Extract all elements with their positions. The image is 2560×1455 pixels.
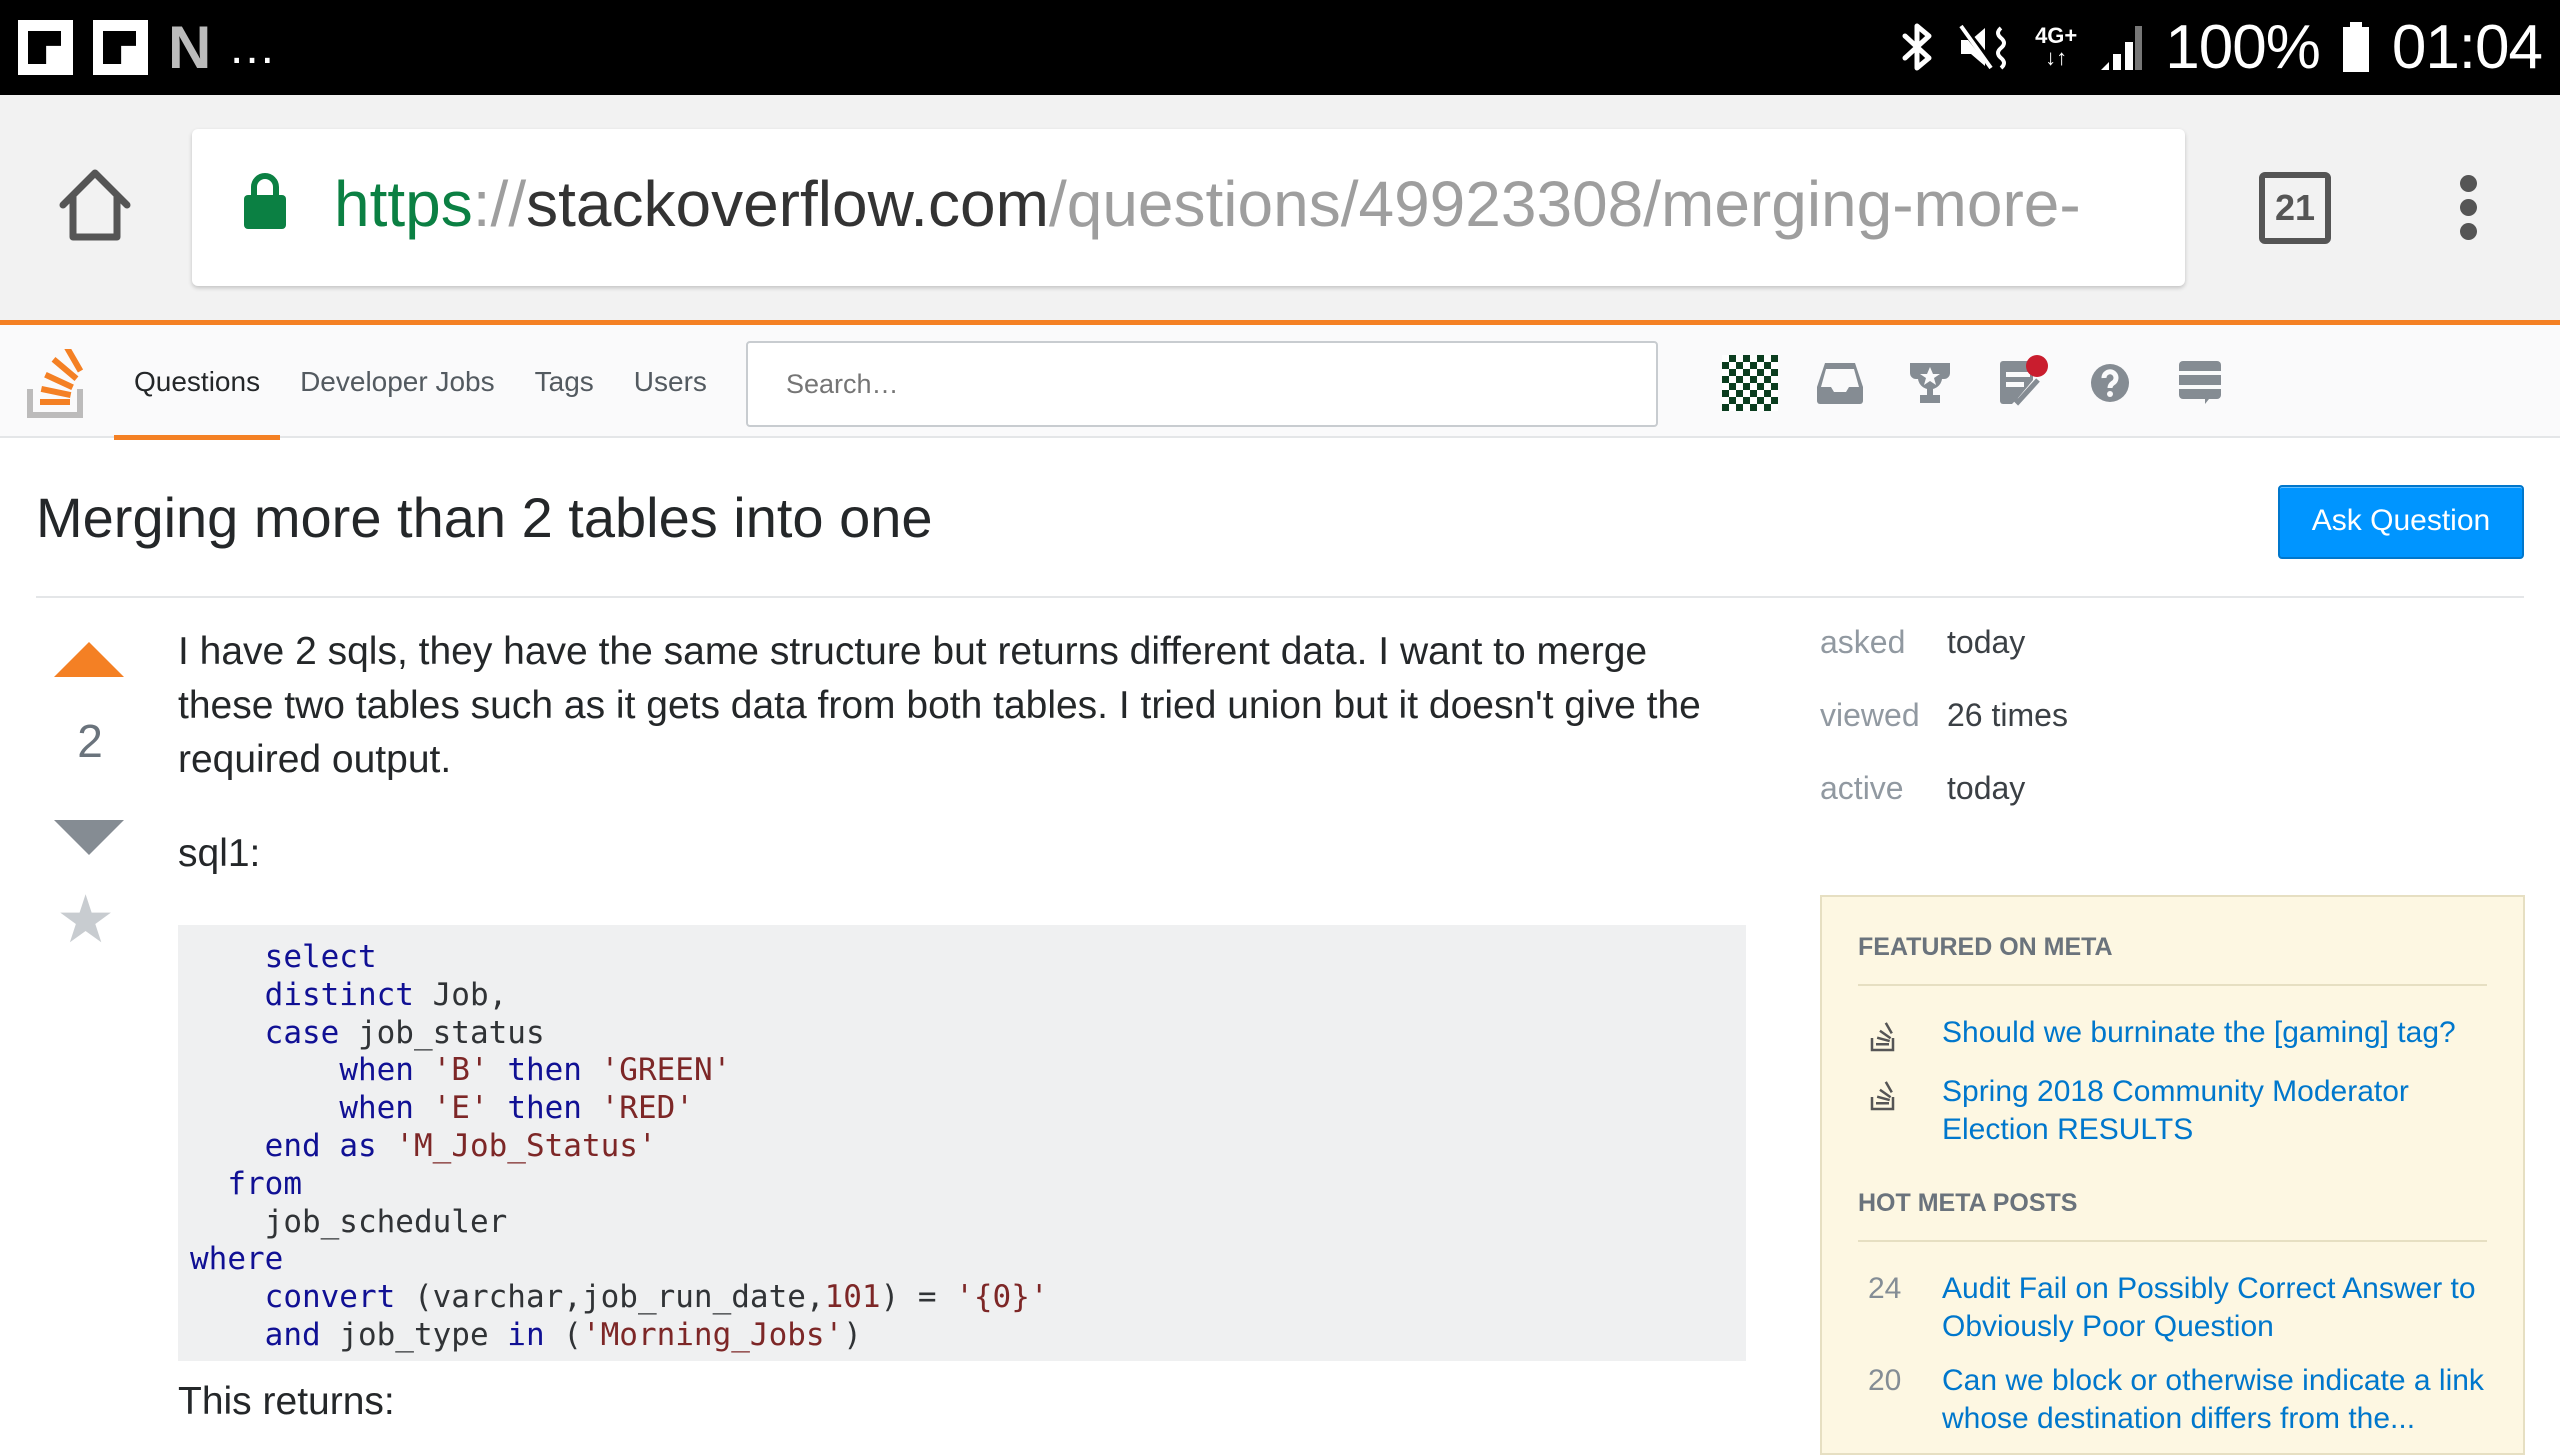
ask-question-button[interactable]: Ask Question <box>2278 485 2524 559</box>
question-intro-text: I have 2 sqls, they have the same struct… <box>178 630 1701 781</box>
address-bar[interactable]: https://stackoverflow.com/questions/4992… <box>192 129 2185 286</box>
featured-on-meta-heading: FEATURED ON META <box>1858 897 2487 986</box>
upvote-icon[interactable] <box>54 642 124 677</box>
tab-switcher-button[interactable]: 21 <box>2259 172 2331 244</box>
sql-label: sql1: <box>178 832 261 875</box>
nav-developer-jobs[interactable]: Developer Jobs <box>280 325 515 438</box>
bluetooth-icon <box>1902 23 1932 71</box>
stat-label: active <box>1820 770 1904 806</box>
identicon-icon <box>1722 355 1778 411</box>
lock-icon <box>244 173 286 229</box>
help-button[interactable] <box>2080 353 2140 413</box>
question-body: I have 2 sqls, they have the same struct… <box>178 625 1748 1429</box>
hot-meta-score: 24 <box>1868 1272 1902 1305</box>
more-notifications-indicator: ... <box>230 20 277 74</box>
hot-meta-posts-heading: HOT META POSTS <box>1858 1169 2487 1242</box>
stat-value: today <box>1947 624 2026 660</box>
user-avatar[interactable] <box>1720 353 1780 413</box>
hot-meta-item: 20 Can we block or otherwise indicate a … <box>1858 1362 2487 1438</box>
meta-sidebar-box: FEATURED ON META Should we burninate the… <box>1820 895 2525 1455</box>
url-text[interactable]: https://stackoverflow.com/questions/4992… <box>334 159 2081 249</box>
hot-meta-link[interactable]: Audit Fail on Possibly Correct Answer to… <box>1942 1270 2487 1346</box>
meta-so-icon <box>1858 1073 1942 1149</box>
divider <box>36 596 2524 598</box>
meta-so-icon <box>1858 1014 1942 1057</box>
signal-strength-icon <box>2101 26 2143 70</box>
so-topbar: Questions Developer Jobs Tags Users <box>0 325 2560 440</box>
main-nav: Questions Developer Jobs Tags Users <box>114 325 727 440</box>
browser-toolbar: https://stackoverflow.com/questions/4992… <box>0 95 2560 320</box>
netflix-icon: N <box>168 14 212 81</box>
question-stats: asked today viewed 26 times active today <box>1820 622 2068 841</box>
stat-label: asked <box>1820 624 1906 660</box>
question-title[interactable]: Merging more than 2 tables into one <box>36 485 933 550</box>
nav-tags[interactable]: Tags <box>515 325 614 438</box>
downvote-icon[interactable] <box>54 820 124 855</box>
code-block: select distinct Job, case job_status whe… <box>178 925 1746 1361</box>
vibrate-mute-icon <box>1959 24 2007 70</box>
clock: 01:04 <box>2391 12 2543 82</box>
network-4g-plus-icon: 4G+ ↓↑ <box>2035 23 2078 70</box>
nav-questions[interactable]: Questions <box>114 325 281 440</box>
search-input[interactable] <box>746 341 1658 427</box>
battery-icon <box>2342 22 2369 72</box>
battery-percent: 100% <box>2165 12 2321 82</box>
hot-meta-link[interactable]: Can we block or otherwise indicate a lin… <box>1942 1362 2487 1438</box>
stat-active: active today <box>1820 768 2068 808</box>
flipboard-icon <box>93 20 148 75</box>
review-queue-button[interactable] <box>1990 353 2050 413</box>
stat-value: 26 times <box>1947 697 2068 733</box>
stat-asked: asked today <box>1820 622 2068 662</box>
stat-viewed: viewed 26 times <box>1820 695 2068 735</box>
nav-users[interactable]: Users <box>614 325 727 438</box>
hot-meta-item: 24 Audit Fail on Possibly Correct Answer… <box>1858 1270 2487 1346</box>
site-switcher-button[interactable] <box>2170 353 2230 413</box>
help-icon <box>2091 364 2129 402</box>
hot-meta-score: 20 <box>1868 1364 1902 1397</box>
overflow-menu-icon[interactable] <box>2450 175 2486 245</box>
notification-badge <box>2026 355 2048 377</box>
url-path: /questions/49923308/merging-more- <box>1048 168 2081 240</box>
vote-count: 2 <box>77 715 103 767</box>
achievements-button[interactable] <box>1900 353 1960 413</box>
home-icon[interactable] <box>55 165 135 245</box>
url-separator: :// <box>472 168 527 240</box>
featured-item: Spring 2018 Community Moderator Election… <box>1858 1073 2487 1149</box>
featured-item: Should we burninate the [gaming] tag? <box>1858 1014 2487 1057</box>
status-bar: N ... 4G+ ↓↑ 100% 01:04 <box>0 0 2560 95</box>
inbox-icon <box>1817 363 1863 404</box>
stack-exchange-icon <box>2179 361 2221 404</box>
featured-link[interactable]: Should we burninate the [gaming] tag? <box>1942 1014 2456 1057</box>
url-scheme: https <box>334 168 473 240</box>
favorite-star-icon[interactable]: ★ <box>56 886 115 952</box>
stat-value[interactable]: today <box>1947 768 2025 808</box>
featured-link[interactable]: Spring 2018 Community Moderator Election… <box>1942 1073 2487 1149</box>
stackoverflow-logo-icon[interactable] <box>26 349 88 419</box>
returns-label: This returns: <box>178 1380 395 1423</box>
stat-label: viewed <box>1820 697 1920 733</box>
trophy-icon <box>1910 363 1950 403</box>
inbox-button[interactable] <box>1810 353 1870 413</box>
url-host: stackoverflow.com <box>526 168 1049 240</box>
flipboard-icon <box>18 20 73 75</box>
